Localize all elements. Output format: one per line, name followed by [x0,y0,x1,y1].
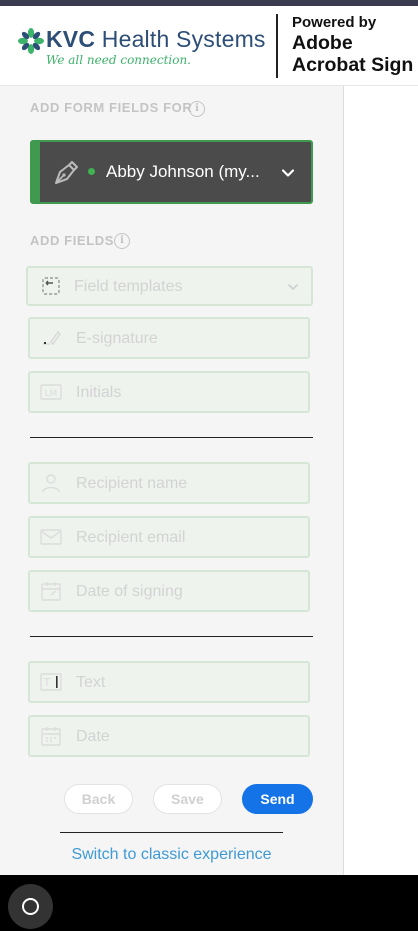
recipient-name: Abby Johnson (my... [106,162,260,181]
acrobat-sign-label: Acrobat Sign [292,54,414,76]
os-taskbar [0,875,418,931]
date-field[interactable]: Date [28,715,310,757]
circle-icon [22,898,39,915]
svg-text:T: T [43,676,51,689]
chevron-down-icon [288,284,298,291]
recipient-email-field[interactable]: Recipient email [28,516,310,558]
kvc-flower-logo-icon [18,28,44,54]
initials-icon: LM [40,384,62,400]
field-templates-dropdown[interactable]: Field templates [26,266,313,306]
header-divider [276,14,278,78]
save-button[interactable]: Save [153,784,222,814]
app-header: KVC Health Systems We all need connectio… [0,6,418,86]
field-templates-icon [42,277,60,295]
initials-label: Initials [76,384,122,401]
brand-name: KVC Health Systems [46,26,266,52]
switch-classic-link[interactable]: Switch to classic experience [0,846,343,864]
adobe-label: Adobe [292,32,353,54]
info-icon[interactable]: i [189,101,205,117]
kvc-logo: KVC Health Systems We all need connectio… [18,26,265,76]
date-of-signing-field[interactable]: Date of signing [28,570,310,612]
home-button[interactable] [8,884,53,929]
calendar-icon [41,727,61,746]
recipient-email-label: Recipient email [76,529,186,546]
pen-nib-icon [55,161,78,184]
fields-panel: ADD FORM FIELDS FOR i Abby Johnson (my..… [0,86,343,875]
recipient-status-dot [88,168,95,175]
date-label: Date [76,728,110,745]
powered-by-adobe-logo: Powered by Adobe Acrobat Sign [292,14,418,76]
calendar-sign-icon [41,582,61,601]
document-canvas [343,86,418,875]
svg-text:LM: LM [45,389,58,399]
send-button[interactable]: Send [242,784,313,814]
date-of-signing-label: Date of signing [76,583,183,600]
field-templates-label: Field templates [74,278,183,295]
envelope-icon [40,529,62,545]
info-icon[interactable]: i [114,233,130,249]
signature-pen-icon [43,330,61,346]
recipient-name-field[interactable]: Recipient name [28,462,310,504]
add-form-fields-title: ADD FORM FIELDS FOR [30,100,193,115]
text-label: Text [76,674,106,691]
powered-by-label: Powered by [292,14,377,31]
recipient-name-label: Recipient name [76,475,188,492]
section-divider [30,636,313,637]
chevron-down-icon [281,169,295,177]
section-divider [30,437,313,438]
e-signature-field[interactable]: E-signature [28,317,310,359]
text-field[interactable]: T Text [28,661,310,703]
person-icon [42,474,60,493]
text-field-icon: T [40,673,62,691]
back-button[interactable]: Back [64,784,133,814]
initials-field[interactable]: LM Initials [28,371,310,413]
add-fields-title: ADD FIELDS [30,233,114,248]
brand-tagline: We all need connection. [46,53,191,67]
footer-divider [60,832,283,833]
recipient-selector[interactable]: Abby Johnson (my... [30,140,313,204]
e-signature-label: E-signature [76,330,158,347]
